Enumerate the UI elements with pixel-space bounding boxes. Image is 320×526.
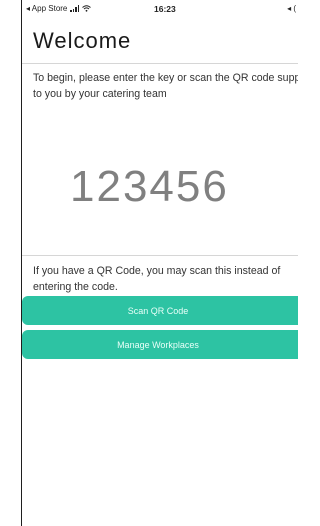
status-bar: ◂ App Store 16:23 ◂ ( [22, 0, 298, 18]
key-code-display[interactable]: 123456 [70, 162, 229, 212]
divider [22, 63, 298, 64]
wifi-icon [82, 5, 92, 12]
status-left: ◂ App Store [26, 4, 92, 13]
page-title: Welcome [33, 28, 132, 53]
back-to-app-store[interactable]: ◂ App Store [26, 4, 67, 13]
manage-workplaces-label: Manage Workplaces [117, 339, 199, 350]
app-screen: ◂ App Store 16:23 ◂ ( Welcome To begin, … [21, 0, 298, 526]
signal-icon [70, 5, 80, 12]
scan-qr-code-label: Scan QR Code [127, 305, 189, 316]
manage-workplaces-button[interactable]: Manage Workplaces [22, 330, 298, 359]
divider [22, 255, 298, 256]
location-icon: ◂ ( [287, 4, 296, 13]
status-time: 16:23 [154, 4, 176, 14]
intro-text: To begin, please enter the key or scan t… [33, 72, 298, 100]
scan-qr-code-button[interactable]: Scan QR Code [22, 296, 298, 325]
qr-note-text: If you have a QR Code, you may scan this… [33, 265, 281, 293]
